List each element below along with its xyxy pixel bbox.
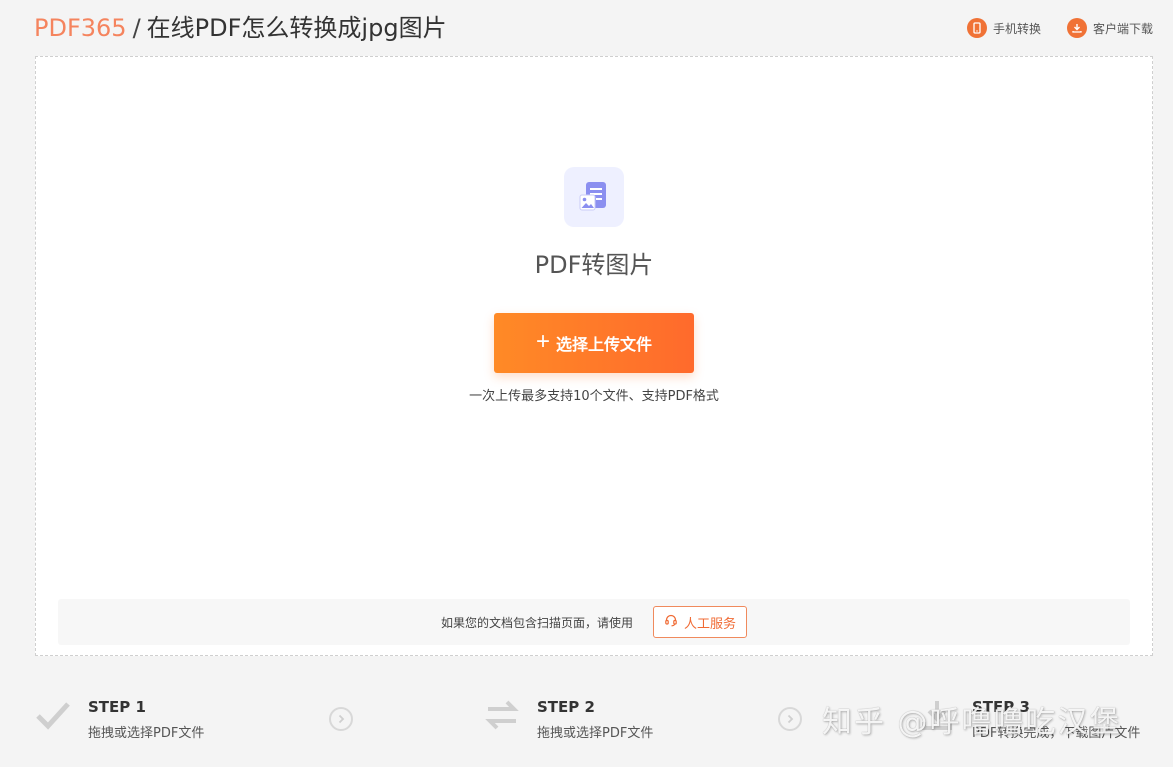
manual-service-bar: 如果您的文档包含扫描页面，请使用 人工服务 — [58, 599, 1130, 645]
brand-logo[interactable]: PDF365 — [34, 14, 127, 42]
header-actions: 手机转换 客户端下载 — [966, 18, 1153, 38]
manual-service-label: 人工服务 — [684, 616, 737, 632]
page-header: PDF365/在线PDF怎么转换成jpg图片 手机转换 客户端下载 — [0, 0, 1173, 56]
pdf-image-icon — [564, 167, 624, 227]
step-1-desc: 拖拽或选择PDF文件 — [88, 726, 205, 741]
manual-service-text: 如果您的文档包含扫描页面，请使用 — [440, 615, 633, 630]
steps-bar: STEP 1 拖拽或选择PDF文件 STEP 2 拖拽或选择PDF文件 STEP… — [0, 680, 1173, 767]
client-download-link[interactable]: 客户端下载 — [1066, 18, 1153, 38]
step-3-title: STEP 3 — [972, 698, 1030, 716]
upload-dropzone[interactable]: PDF转图片 + 选择上传文件 一次上传最多支持10个文件、支持PDF格式 如果… — [35, 56, 1153, 656]
chevron-right-icon — [778, 707, 802, 731]
check-icon — [34, 696, 72, 734]
tool-title: PDF转图片 — [534, 251, 654, 279]
download-icon — [918, 696, 956, 734]
step-3-desc: PDF转换完成，下载图片文件 — [972, 726, 1141, 741]
download-icon — [1066, 18, 1087, 38]
step-2: STEP 2 拖拽或选择PDF文件 — [483, 696, 653, 741]
step-2-desc: 拖拽或选择PDF文件 — [537, 726, 654, 741]
chevron-right-icon — [329, 707, 353, 731]
select-upload-file-button[interactable]: + 选择上传文件 — [494, 313, 694, 373]
client-download-label: 客户端下载 — [1092, 21, 1153, 36]
phone-icon — [966, 18, 987, 38]
upload-hint: 一次上传最多支持10个文件、支持PDF格式 — [469, 389, 719, 404]
step-3: STEP 3 PDF转换完成，下载图片文件 — [918, 696, 1140, 741]
page-title: 在线PDF怎么转换成jpg图片 — [146, 14, 447, 42]
step-2-title: STEP 2 — [537, 698, 595, 716]
breadcrumb-separator: / — [132, 14, 141, 42]
step-1-title: STEP 1 — [88, 698, 146, 716]
plus-icon: + — [535, 328, 550, 355]
manual-service-button[interactable]: 人工服务 — [653, 606, 748, 638]
convert-icon — [483, 696, 521, 734]
headset-icon — [664, 613, 678, 631]
step-1: STEP 1 拖拽或选择PDF文件 — [34, 696, 204, 741]
mobile-convert-label: 手机转换 — [992, 21, 1041, 36]
mobile-convert-link[interactable]: 手机转换 — [966, 18, 1041, 38]
breadcrumb: PDF365/在线PDF怎么转换成jpg图片 — [34, 12, 447, 44]
upload-button-label: 选择上传文件 — [556, 337, 653, 354]
